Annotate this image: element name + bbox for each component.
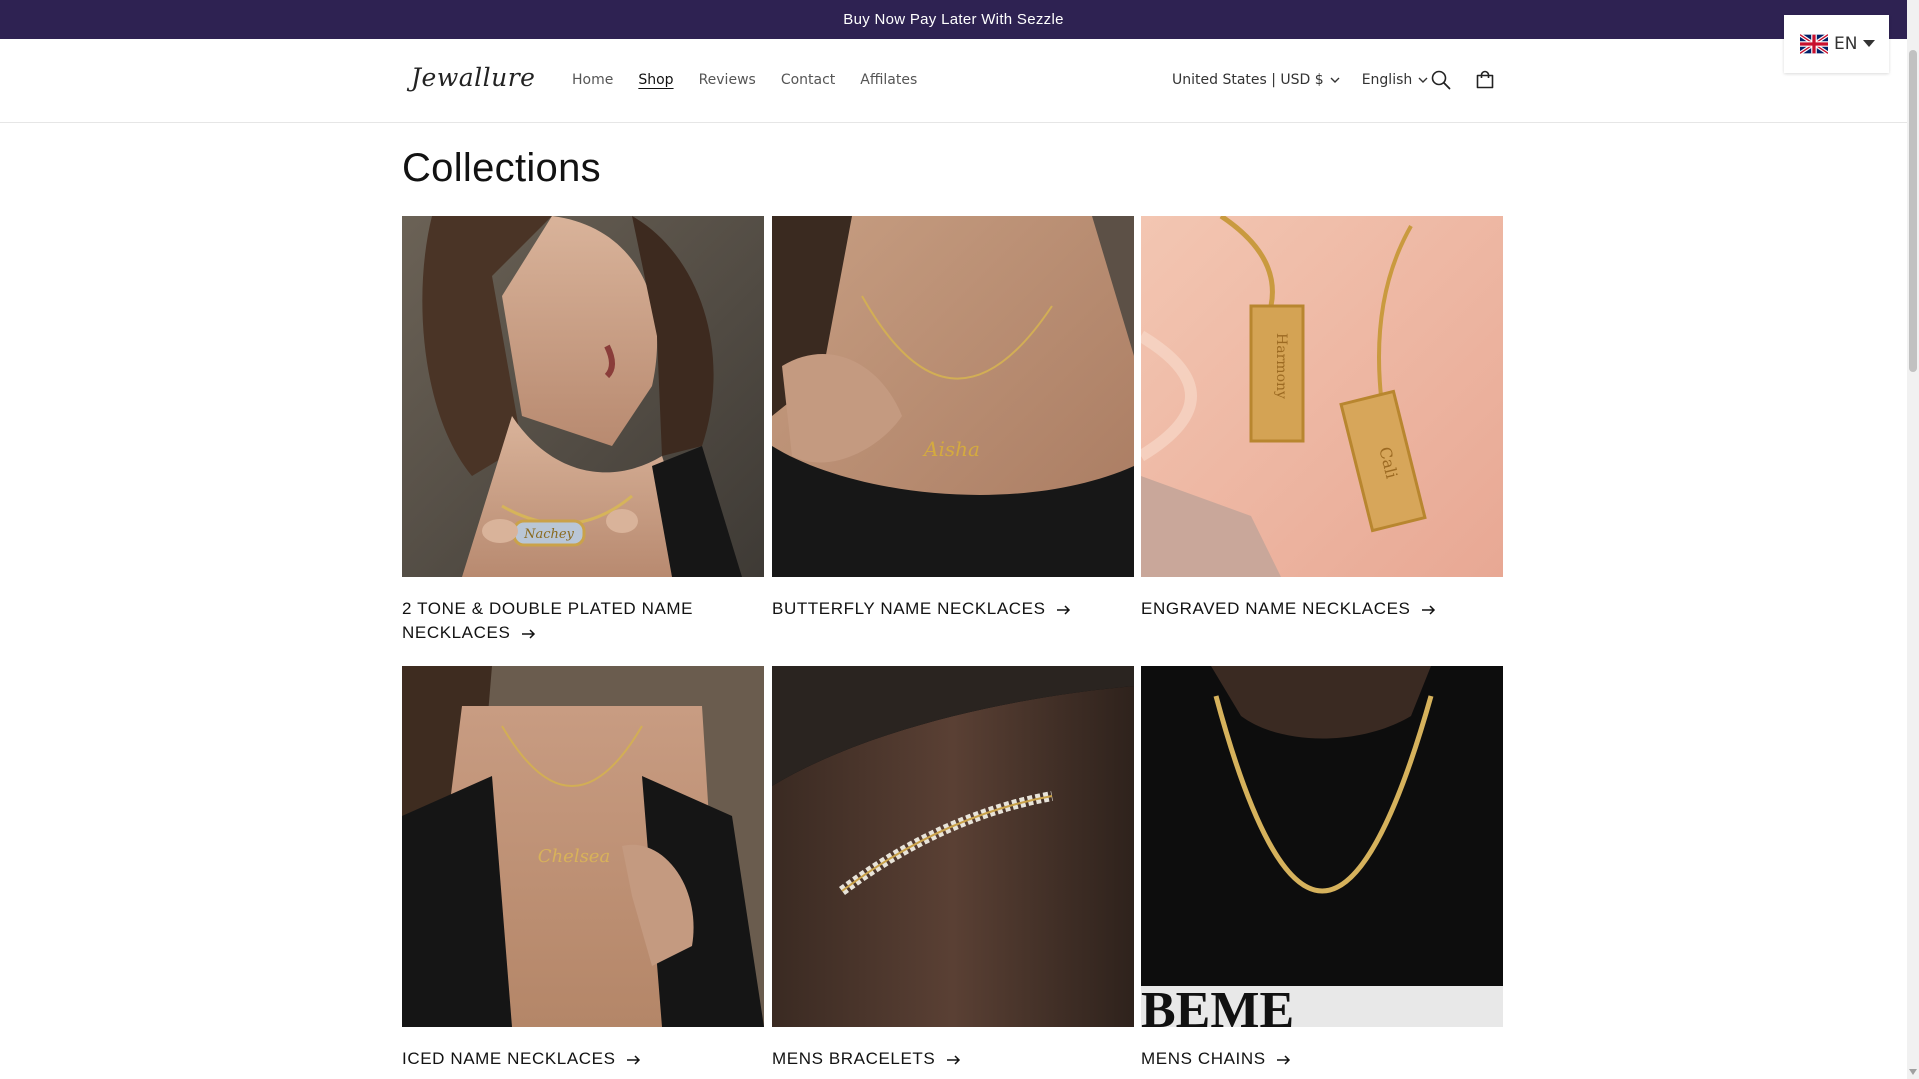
cart-icon[interactable]: [1473, 68, 1497, 92]
collection-title[interactable]: BUTTERFLY NAME NECKLACES: [772, 597, 1134, 621]
collection-image: Aisha: [772, 216, 1134, 577]
collection-card[interactable]: Harmony Cali ENGRAVED NAME NECKLACES: [1141, 216, 1503, 621]
collection-image: [772, 666, 1134, 1027]
language-selector[interactable]: English: [1362, 72, 1429, 88]
collection-title[interactable]: 2 TONE & DOUBLE PLATED NAME NECKLACES: [402, 597, 764, 645]
collection-card[interactable]: Aisha BUTTERFLY NAME NECKLACES: [772, 216, 1134, 621]
nav-shop[interactable]: Shop: [638, 72, 673, 88]
arrow-right-icon: [626, 1054, 640, 1065]
arrow-right-icon: [1421, 604, 1435, 615]
caret-down-icon: [1863, 40, 1876, 47]
nav-reviews[interactable]: Reviews: [699, 72, 756, 88]
country-label: United States | USD $: [1172, 72, 1324, 88]
announcement-text: Buy Now Pay Later With Sezzle: [843, 11, 1064, 28]
brand-logo[interactable]: Jewallure: [411, 63, 535, 92]
collection-image: Chelsea: [402, 666, 764, 1027]
collection-title[interactable]: ICED NAME NECKLACES: [402, 1047, 764, 1071]
collection-title[interactable]: MENS BRACELETS: [772, 1047, 1134, 1071]
collection-title[interactable]: ENGRAVED NAME NECKLACES: [1141, 597, 1503, 621]
shirt-print-text: BEME: [1141, 982, 1294, 1027]
language-widget[interactable]: EN: [1784, 15, 1889, 73]
scrollbar-thumb[interactable]: [1909, 50, 1917, 372]
main-nav: Home Shop Reviews Contact Affilates: [572, 72, 917, 88]
page-title: Collections: [402, 146, 601, 190]
chevron-down-icon: [1418, 77, 1428, 83]
scroll-down-arrow-icon[interactable]: [1909, 1069, 1917, 1075]
announcement-bar: Buy Now Pay Later With Sezzle: [0, 0, 1907, 39]
necklace-name-text: Nachey: [523, 527, 574, 542]
language-code: EN: [1834, 34, 1858, 54]
collection-image: Nachey: [402, 216, 764, 577]
uk-flag-icon: [1800, 34, 1828, 54]
nav-affilates[interactable]: Affilates: [860, 72, 917, 88]
arrow-right-icon: [1056, 604, 1070, 615]
language-label: English: [1361, 72, 1413, 88]
collection-card[interactable]: MENS BRACELETS: [772, 666, 1134, 1071]
nav-contact[interactable]: Contact: [781, 72, 835, 88]
site-header: Jewallure Home Shop Reviews Contact Affi…: [0, 39, 1907, 123]
collection-image: Harmony Cali: [1141, 216, 1503, 577]
country-selector[interactable]: United States | USD $: [1172, 72, 1340, 88]
collection-card[interactable]: Nachey 2 TONE & DOUBLE PLATED NAME NECKL…: [402, 216, 764, 645]
collection-card[interactable]: Chelsea ICED NAME NECKLACES: [402, 666, 764, 1071]
necklace-name-text: Aisha: [922, 437, 980, 461]
chevron-down-icon: [1330, 77, 1340, 83]
collection-title[interactable]: MENS CHAINS: [1141, 1047, 1503, 1071]
collection-image: BEME: [1141, 666, 1503, 1027]
page-scrollbar[interactable]: [1907, 0, 1919, 1079]
localization-selectors: United States | USD $ English: [1172, 72, 1428, 88]
search-icon[interactable]: [1429, 68, 1453, 92]
nav-home[interactable]: Home: [572, 72, 613, 88]
engraved-name-text: Harmony: [1273, 333, 1289, 399]
collection-card[interactable]: BEME MENS CHAINS: [1141, 666, 1503, 1071]
necklace-name-text: Chelsea: [538, 846, 610, 867]
arrow-right-icon: [521, 628, 535, 639]
arrow-right-icon: [1277, 1054, 1291, 1065]
arrow-right-icon: [946, 1054, 960, 1065]
